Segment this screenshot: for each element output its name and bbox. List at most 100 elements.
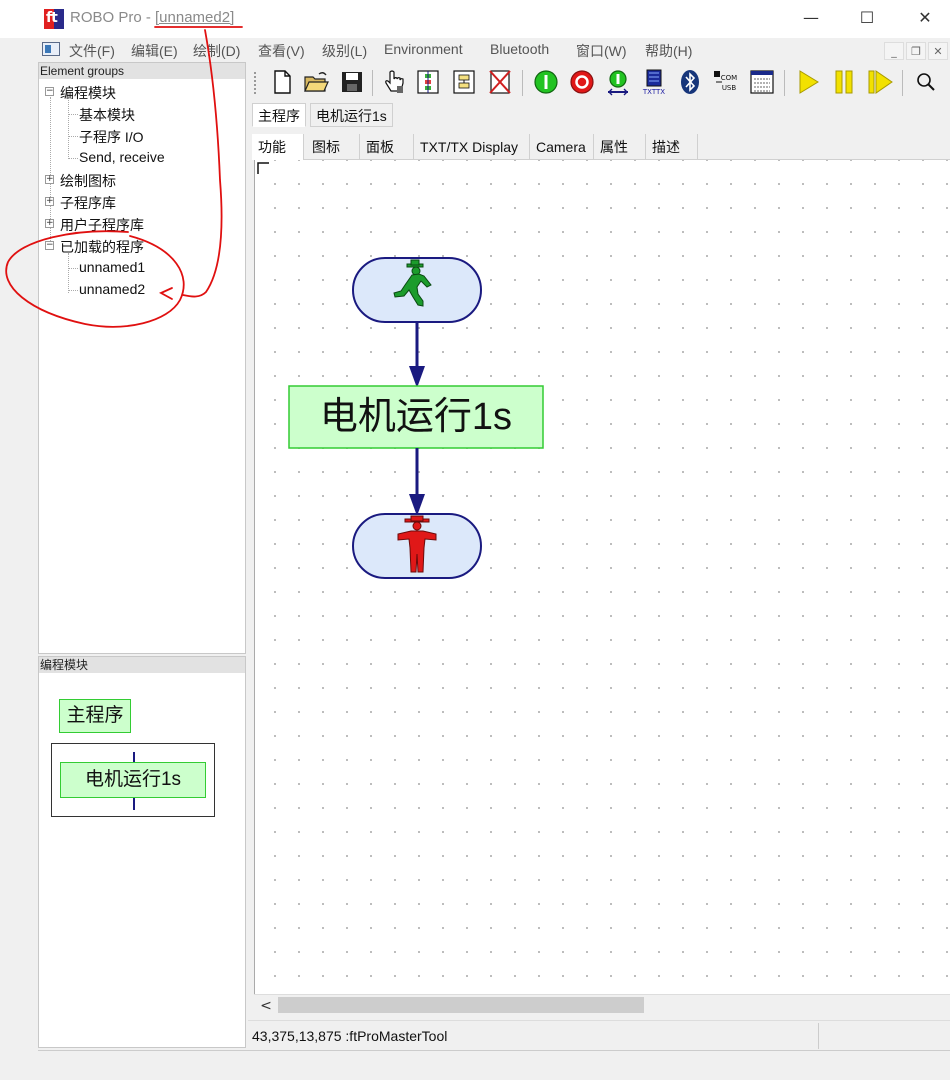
tab-panel[interactable]: 面板 [360, 134, 414, 160]
menu-window[interactable]: 窗口(W) [576, 41, 627, 61]
run-icon[interactable] [794, 68, 822, 96]
bottom-status-strip [38, 1050, 950, 1080]
tree-collapse-toggle[interactable]: − [45, 241, 54, 250]
save-icon[interactable] [338, 68, 366, 96]
programming-modules-panel: 编程模块 主程序 电机运行1s [38, 656, 246, 1048]
com-usb-icon[interactable]: COM USB [712, 68, 740, 96]
status-coordinates: 43,375,13,875 :ftProMasterTool [252, 1028, 448, 1044]
canvas-corner-marker [257, 162, 269, 174]
tree-item-unnamed1[interactable]: unnamed1 [79, 259, 145, 275]
element-groups-panel: Element groups − 编程模块 基本模块 子程序 I/O Send,… [38, 62, 246, 654]
window-title: ROBO Pro - [unnamed2] [70, 9, 234, 26]
stop-icon[interactable] [568, 68, 596, 96]
title-bar: ft ROBO Pro - [unnamed2] — ☐ ✕ [0, 0, 950, 38]
tree-connector [68, 253, 69, 293]
tab-main-program[interactable]: 主程序 [252, 103, 306, 127]
tree-expand-toggle[interactable]: + [45, 219, 54, 228]
menu-help[interactable]: 帮助(H) [645, 41, 692, 61]
tab-properties[interactable]: 属性 [594, 134, 646, 160]
modules-panel-header: 编程模块 [39, 657, 245, 673]
new-file-icon[interactable] [268, 68, 296, 96]
tree-connector [68, 158, 78, 159]
toolbar-grip[interactable] [254, 72, 257, 94]
toolbar-separator [372, 70, 373, 96]
tree-connector [68, 114, 78, 115]
subprogram-io-icon[interactable] [450, 68, 478, 96]
zoom-icon[interactable] [912, 68, 940, 96]
menu-bluetooth[interactable]: Bluetooth [490, 41, 549, 57]
flow-arrow [409, 366, 425, 388]
pause-icon[interactable] [830, 68, 858, 96]
maximize-button[interactable]: ☐ [844, 4, 890, 32]
usb-label: USB [722, 84, 737, 92]
tree-connector [68, 97, 69, 159]
start-icon[interactable] [532, 68, 560, 96]
end-block[interactable] [352, 513, 482, 579]
tree-item-loaded-programs[interactable]: 已加载的程序 [60, 237, 144, 257]
open-folder-icon[interactable] [302, 68, 330, 96]
tree-collapse-toggle[interactable]: − [45, 87, 54, 96]
com-label: COM [721, 74, 737, 82]
menu-draw[interactable]: 绘制(D) [193, 41, 240, 61]
tree-connector [68, 136, 78, 137]
toolbar-separator [522, 70, 523, 96]
menu-view[interactable]: 查看(V) [258, 41, 305, 61]
menu-file[interactable]: 文件(F) [69, 41, 115, 61]
tab-function[interactable]: 功能 [252, 134, 304, 160]
menu-edit[interactable]: 编辑(E) [131, 41, 178, 61]
tree-item-subprogram-library[interactable]: 子程序库 [60, 193, 116, 213]
tab-camera[interactable]: Camera [530, 134, 594, 160]
program-canvas[interactable]: 电机运行1s [254, 160, 950, 994]
tree-connector [68, 268, 78, 269]
element-groups-header: Element groups [39, 63, 245, 79]
txt-tx-label: TXTTX [642, 88, 665, 96]
tree-item-draw-icons[interactable]: 绘制图标 [60, 171, 116, 191]
horizontal-scrollbar[interactable]: < [254, 994, 950, 1016]
tree-item-user-library[interactable]: 用户子程序库 [60, 215, 144, 235]
main-program-module[interactable]: 主程序 [59, 699, 131, 733]
tree-expand-toggle[interactable]: + [45, 197, 54, 206]
mdi-minimize-button[interactable]: _ [884, 42, 904, 60]
tree-item-subprogram-io[interactable]: 子程序 I/O [79, 127, 144, 147]
scrollbar-thumb[interactable] [278, 997, 644, 1013]
minimize-button[interactable]: — [788, 4, 834, 32]
menu-bar: 文件(F) 编辑(E) 绘制(D) 查看(V) 级别(L) Environmen… [38, 38, 950, 62]
delete-icon[interactable] [486, 68, 514, 96]
hand-pointer-icon[interactable] [380, 68, 408, 96]
tab-txt-tx-display[interactable]: TXT/TX Display [414, 134, 530, 160]
txt-tx-interface-icon[interactable]: TXTTX [640, 68, 668, 96]
bluetooth-icon[interactable] [676, 68, 704, 96]
toolbar-separator [784, 70, 785, 96]
motor-block-label: 电机运行1s [319, 396, 513, 438]
view-tabs: 功能 图标 面板 TXT/TX Display Camera 属性 描述 [252, 134, 950, 160]
tree-expand-toggle[interactable]: + [45, 175, 54, 184]
flow-arrow [409, 494, 425, 516]
subprogram-module[interactable]: 电机运行1s [60, 762, 206, 798]
scroll-left-arrow[interactable]: < [258, 995, 274, 1017]
start-block[interactable] [352, 257, 482, 323]
step-icon[interactable] [866, 68, 894, 96]
tree-item-unnamed2[interactable]: unnamed2 [79, 281, 145, 297]
tree-item-programming-modules[interactable]: 编程模块 [60, 83, 116, 103]
tree-connector [68, 290, 78, 291]
tab-description[interactable]: 描述 [646, 134, 698, 160]
subprogram-icon[interactable] [414, 68, 442, 96]
menu-level[interactable]: 级别(L) [322, 41, 367, 61]
test-window-icon[interactable] [748, 68, 776, 96]
close-button[interactable]: ✕ [902, 4, 948, 32]
tab-motor-run-1s[interactable]: 电机运行1s [310, 103, 393, 127]
flowchart [257, 162, 544, 579]
main-toolbar: TXTTX COM USB [248, 62, 950, 102]
subprogram-module-frame[interactable]: 电机运行1s [51, 743, 215, 817]
tree-item-send-receive[interactable]: Send, receive [79, 149, 165, 165]
mdi-close-button[interactable]: ✕ [928, 42, 948, 60]
download-icon[interactable] [604, 68, 632, 96]
menu-environment[interactable]: Environment [384, 41, 463, 57]
document-window-icon[interactable] [42, 42, 60, 56]
tree-item-basic-modules[interactable]: 基本模块 [79, 105, 135, 125]
status-separator [818, 1023, 819, 1049]
ft-logo-icon: ft [44, 9, 64, 29]
tab-icon[interactable]: 图标 [306, 134, 360, 160]
mdi-restore-button[interactable]: ❐ [906, 42, 926, 60]
robo-pro-window: ft ROBO Pro - [unnamed2] — ☐ ✕ 文件(F) 编辑(… [0, 0, 950, 1080]
